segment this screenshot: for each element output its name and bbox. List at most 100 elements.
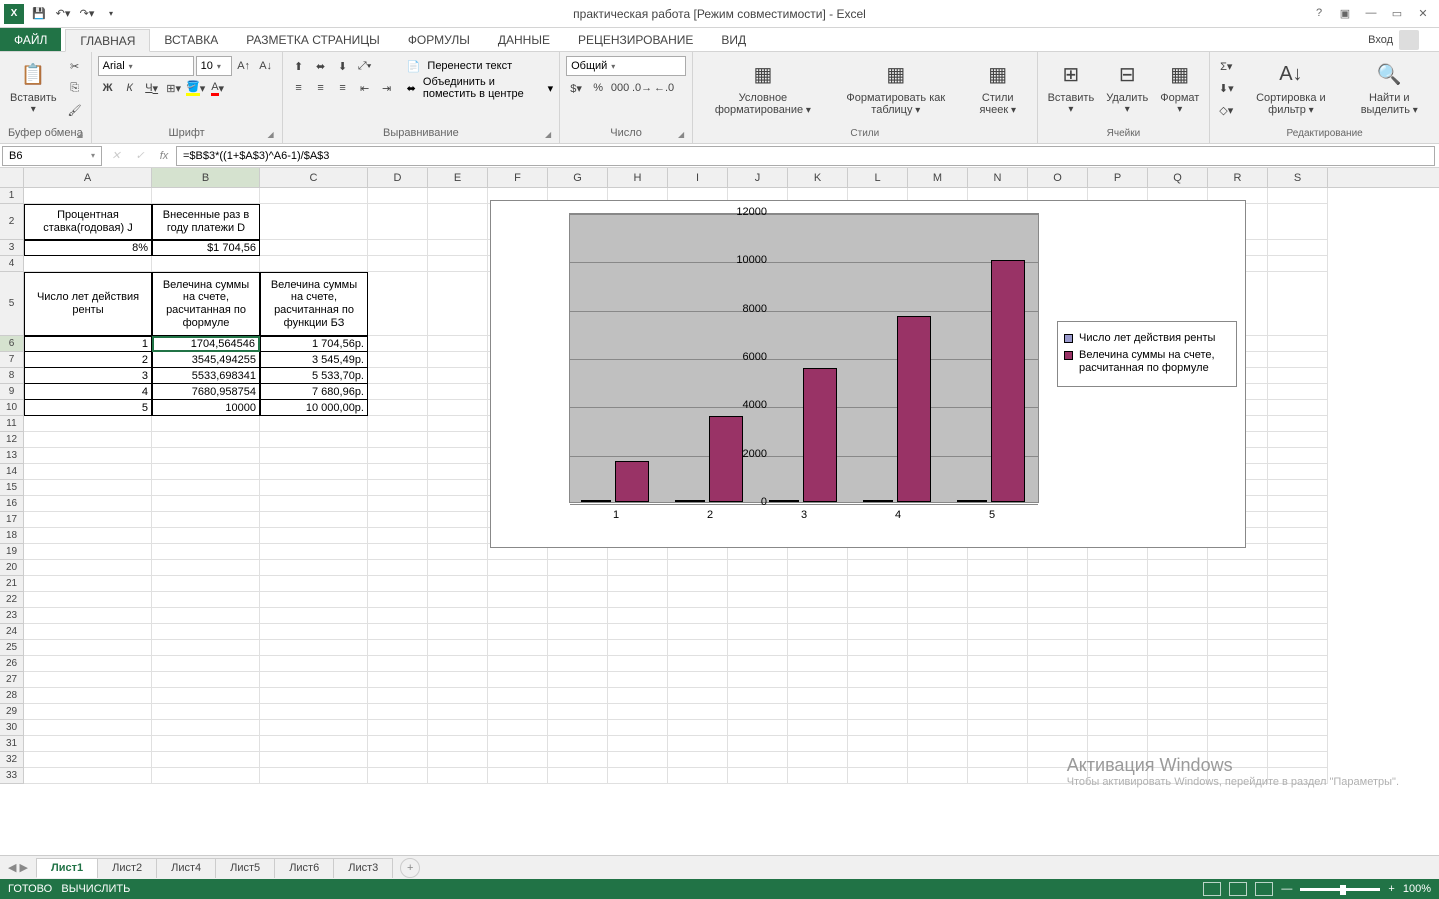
cell-E16[interactable] <box>428 496 488 512</box>
percent-icon[interactable]: % <box>588 78 608 98</box>
cell-B16[interactable] <box>152 496 260 512</box>
cell-S10[interactable] <box>1268 400 1328 416</box>
cell-M26[interactable] <box>908 656 968 672</box>
cell-H28[interactable] <box>608 688 668 704</box>
cell-B1[interactable] <box>152 188 260 204</box>
cell-B2[interactable]: Внесенные раз в году платежи D <box>152 204 260 240</box>
row-header-30[interactable]: 30 <box>0 720 24 736</box>
cell-E25[interactable] <box>428 640 488 656</box>
row-header-17[interactable]: 17 <box>0 512 24 528</box>
cell-H20[interactable] <box>608 560 668 576</box>
zoom-slider[interactable] <box>1300 888 1380 891</box>
redo-icon[interactable]: ↷▾ <box>78 5 96 23</box>
row-header-5[interactable]: 5 <box>0 272 24 336</box>
cell-O23[interactable] <box>1028 608 1088 624</box>
row-header-15[interactable]: 15 <box>0 480 24 496</box>
cell-D8[interactable] <box>368 368 428 384</box>
cell-A28[interactable] <box>24 688 152 704</box>
cell-S24[interactable] <box>1268 624 1328 640</box>
cell-J24[interactable] <box>728 624 788 640</box>
cell-R33[interactable] <box>1208 768 1268 784</box>
cell-A7[interactable]: 2 <box>24 352 152 368</box>
cell-C30[interactable] <box>260 720 368 736</box>
row-header-4[interactable]: 4 <box>0 256 24 272</box>
cell-A12[interactable] <box>24 432 152 448</box>
increase-font-icon[interactable]: A↑ <box>234 56 254 76</box>
cell-N22[interactable] <box>968 592 1028 608</box>
tab-view[interactable]: ВИД <box>707 28 760 51</box>
cell-C26[interactable] <box>260 656 368 672</box>
row-header-33[interactable]: 33 <box>0 768 24 784</box>
cell-P33[interactable] <box>1088 768 1148 784</box>
cell-A27[interactable] <box>24 672 152 688</box>
cell-S5[interactable] <box>1268 272 1328 336</box>
cell-Q32[interactable] <box>1148 752 1208 768</box>
cell-D6[interactable] <box>368 336 428 352</box>
dialog-launcher-icon[interactable]: ◢ <box>76 130 82 139</box>
cell-N29[interactable] <box>968 704 1028 720</box>
cell-D7[interactable] <box>368 352 428 368</box>
cell-E24[interactable] <box>428 624 488 640</box>
copy-icon[interactable]: ⎘ <box>65 78 85 98</box>
row-header-28[interactable]: 28 <box>0 688 24 704</box>
cell-P24[interactable] <box>1088 624 1148 640</box>
spreadsheet-grid[interactable]: 12Процентная ставка(годовая) JВнесенные … <box>0 188 1439 838</box>
cell-S1[interactable] <box>1268 188 1328 204</box>
enter-formula-icon[interactable]: ✓ <box>128 146 152 166</box>
cell-K30[interactable] <box>788 720 848 736</box>
cell-E31[interactable] <box>428 736 488 752</box>
page-layout-view-icon[interactable] <box>1229 882 1247 896</box>
cell-H31[interactable] <box>608 736 668 752</box>
cell-P32[interactable] <box>1088 752 1148 768</box>
find-select-button[interactable]: 🔍Найти и выделить ▾ <box>1346 56 1434 118</box>
cell-J21[interactable] <box>728 576 788 592</box>
cell-O27[interactable] <box>1028 672 1088 688</box>
cell-Q28[interactable] <box>1148 688 1208 704</box>
align-bottom-icon[interactable]: ⬇ <box>333 56 353 76</box>
cell-G29[interactable] <box>548 704 608 720</box>
cell-C14[interactable] <box>260 464 368 480</box>
sheet-tab-Лист6[interactable]: Лист6 <box>274 858 334 878</box>
cell-C17[interactable] <box>260 512 368 528</box>
cell-N30[interactable] <box>968 720 1028 736</box>
cell-E19[interactable] <box>428 544 488 560</box>
cell-G31[interactable] <box>548 736 608 752</box>
cell-P31[interactable] <box>1088 736 1148 752</box>
wrap-text-button[interactable]: 📄 Перенести текст <box>407 56 553 76</box>
cell-M28[interactable] <box>908 688 968 704</box>
dialog-launcher-icon[interactable]: ◢ <box>545 130 551 139</box>
cell-C11[interactable] <box>260 416 368 432</box>
cell-G33[interactable] <box>548 768 608 784</box>
column-header-G[interactable]: G <box>548 168 608 187</box>
cell-E5[interactable] <box>428 272 488 336</box>
cell-R22[interactable] <box>1208 592 1268 608</box>
cell-M25[interactable] <box>908 640 968 656</box>
cell-S6[interactable] <box>1268 336 1328 352</box>
cell-E17[interactable] <box>428 512 488 528</box>
cell-I30[interactable] <box>668 720 728 736</box>
borders-icon[interactable]: ⊞▾ <box>164 78 184 98</box>
increase-decimal-icon[interactable]: .0→ <box>632 78 652 98</box>
cell-C8[interactable]: 5 533,70р. <box>260 368 368 384</box>
cell-A24[interactable] <box>24 624 152 640</box>
cell-F32[interactable] <box>488 752 548 768</box>
cell-S18[interactable] <box>1268 528 1328 544</box>
cell-C28[interactable] <box>260 688 368 704</box>
comma-icon[interactable]: 000 <box>610 78 630 98</box>
column-header-E[interactable]: E <box>428 168 488 187</box>
tab-file[interactable]: ФАЙЛ <box>0 28 61 51</box>
cell-M27[interactable] <box>908 672 968 688</box>
cell-N21[interactable] <box>968 576 1028 592</box>
cell-A18[interactable] <box>24 528 152 544</box>
cell-B29[interactable] <box>152 704 260 720</box>
cell-F26[interactable] <box>488 656 548 672</box>
cell-C33[interactable] <box>260 768 368 784</box>
cell-E29[interactable] <box>428 704 488 720</box>
cell-D25[interactable] <box>368 640 428 656</box>
cell-S14[interactable] <box>1268 464 1328 480</box>
autosum-icon[interactable]: Σ▾ <box>1216 56 1236 76</box>
cell-D10[interactable] <box>368 400 428 416</box>
row-header-23[interactable]: 23 <box>0 608 24 624</box>
cell-I31[interactable] <box>668 736 728 752</box>
cell-P20[interactable] <box>1088 560 1148 576</box>
